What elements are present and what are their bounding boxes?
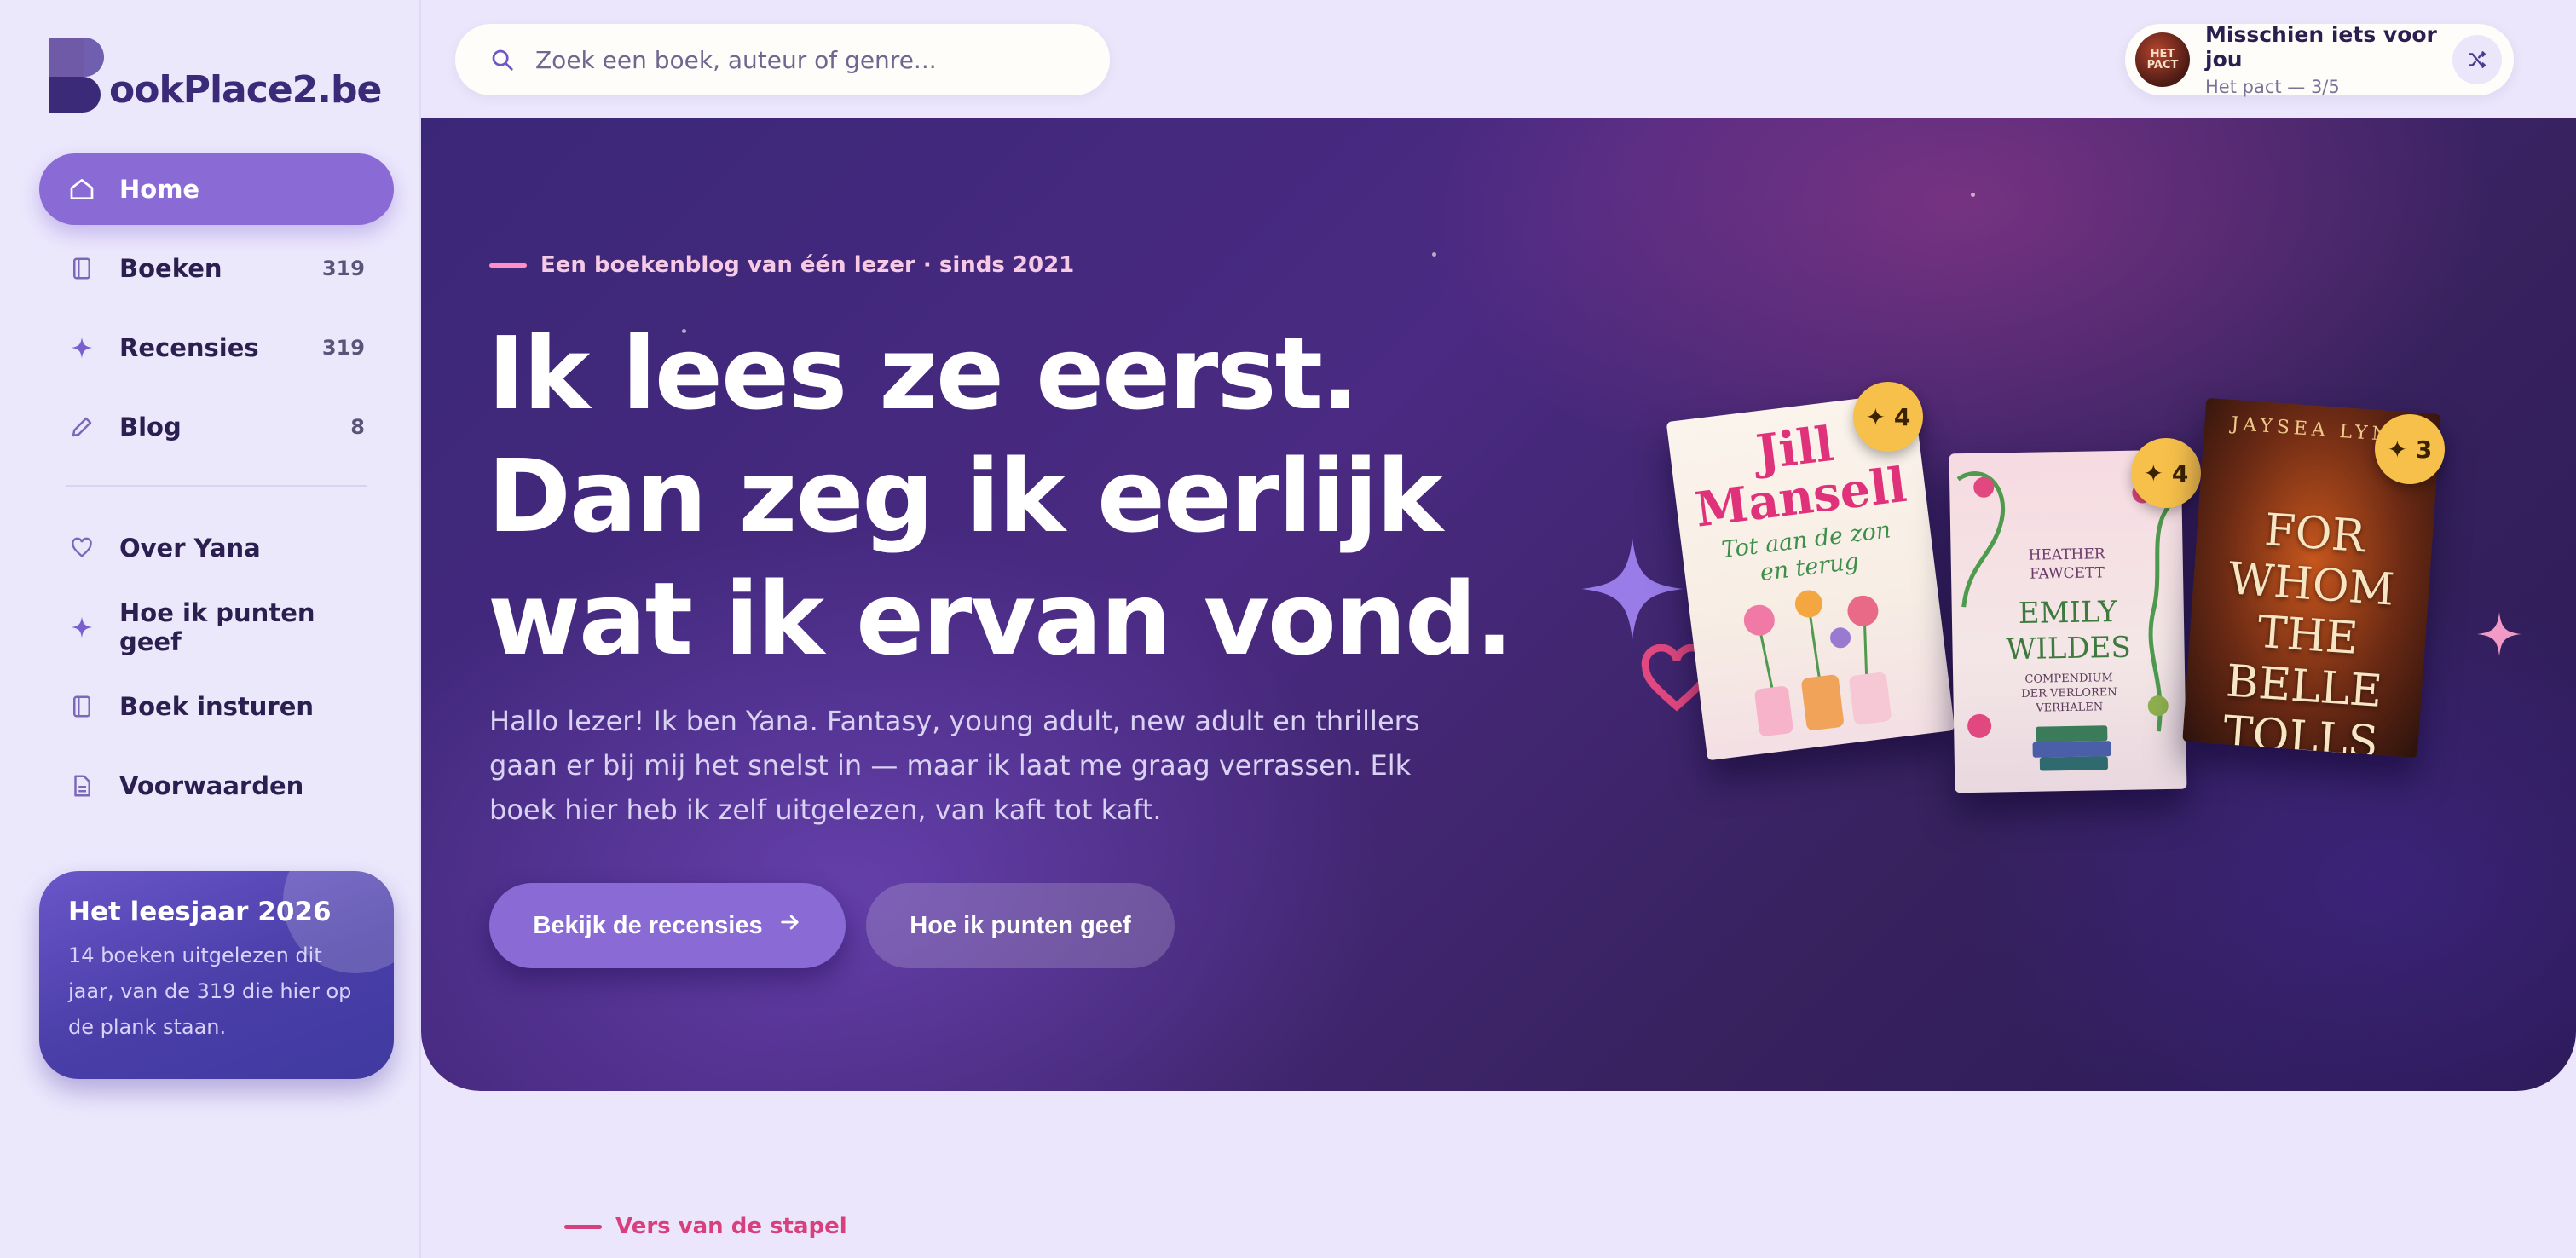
sidebar-item-count: 8 [350,415,365,439]
sidebar-item-label: Over Yana [119,534,261,563]
pencil-icon [66,412,97,442]
book-subtitle: COMPENDIUM DER VERLOREN VERHALEN [2021,672,2117,715]
sidebar-item-voorwaarden[interactable]: Voorwaarden [39,750,394,822]
book-icon [66,253,97,284]
rating-method-label: Hoe ik punten geef [910,911,1131,939]
headline-end: wat ik ervan vond. [488,560,1513,678]
section-heading-bar [564,1224,602,1229]
sidebar-item-home[interactable]: Home [39,153,394,225]
shuffle-button[interactable] [2452,35,2502,84]
sidebar-item-count: 319 [321,336,365,360]
sidebar-item-label: Boek insturen [119,692,315,721]
book-icon [66,691,97,722]
rating-method-button[interactable]: Hoe ik punten geef [866,883,1175,968]
sidebar-item-label: Blog [119,413,182,441]
view-reviews-button[interactable]: Bekijk de recensies [489,883,846,968]
hero-section: Een boekenblog van één lezer · sinds 202… [421,118,2576,1091]
main-nav: Home Boeken 319 Recensies 319 Blog 8 Ove… [39,153,394,829]
book-author: HEATHER FAWCETT [2028,545,2105,583]
hero-headline: Ik lees ze eerst. Dan zeg ik eerlijk wat… [488,312,1596,680]
sidebar-item-blog[interactable]: Blog 8 [39,391,394,463]
heart-icon [66,533,97,563]
document-icon [66,770,97,801]
big-sparkle-icon [1581,538,1684,640]
search-bar[interactable] [455,24,1110,95]
rating-badge: ✦ 4 [2131,438,2201,508]
small-sparkle-icon [2477,612,2521,656]
book-title: FOR WHOM THE BELLE TOLLS [2221,505,2396,759]
sidebar-item-boek-insturen[interactable]: Boek insturen [39,671,394,742]
suggestion-title: Misschien iets voor jou [2205,22,2437,72]
home-icon [66,174,97,205]
sidebar-item-count: 319 [321,257,365,280]
suggestion-widget[interactable]: HET PACT Misschien iets voor jou Het pac… [2125,22,2514,97]
section-heading-text: Vers van de stapel [615,1214,847,1239]
sparkle-icon [66,332,97,363]
search-icon [489,47,515,72]
site-logo[interactable]: ookPlace2.be [49,36,382,113]
hero-eyebrow: Een boekenblog van één lezer · sinds 202… [489,252,1074,278]
reading-year-title: Het leesjaar 2026 [68,897,332,927]
sparkle-icon [66,612,97,643]
logo-text: ookPlace2.be [109,68,382,112]
suggestion-subtitle: Het pact — 3/5 [2205,77,2340,97]
sidebar-item-label: Voorwaarden [119,771,304,800]
book-title: EMILY WILDES [2006,594,2132,667]
eyebrow-bar [489,263,527,268]
shuffle-icon [2469,51,2486,68]
search-input[interactable] [535,45,1076,74]
logo-mark-icon [49,38,107,113]
sidebar-item-label: Recensies [119,333,259,362]
reading-year-text: 14 boeken uitgelezen dit jaar, van de 31… [68,944,352,1039]
flowers-illustration [1743,590,1892,736]
view-reviews-label: Bekijk de recensies [533,911,763,939]
eyebrow-text: Een boekenblog van één lezer · sinds 202… [540,252,1075,278]
section-heading: Vers van de stapel [564,1214,847,1239]
sidebar-item-punten[interactable]: Hoe ik punten geef [39,591,394,663]
hero-intro: Hallo lezer! Ik ben Yana. Fantasy, young… [489,705,1420,826]
book-cover[interactable]: Jill Mansell Tot aan de zon en terug [1666,391,1955,761]
sidebar: ookPlace2.be Home Boeken 319 Recensies 3… [0,0,421,1258]
sidebar-item-label: Hoe ik punten geef [119,598,315,656]
sidebar-item-label: Home [119,175,200,204]
suggestion-book-cover: HET PACT [2135,32,2190,87]
sidebar-divider [66,485,367,487]
headline-highlight: eerlijk [1093,435,1446,557]
star-dot [1432,252,1436,257]
sidebar-item-recensies[interactable]: Recensies 319 [39,312,394,384]
star-dot [1971,193,1975,197]
sidebar-item-boeken[interactable]: Boeken 319 [39,233,394,304]
sidebar-item-label: Boeken [119,254,222,283]
sidebar-item-over-yana[interactable]: Over Yana [39,512,394,584]
reading-year-card: Het leesjaar 2026 14 boeken uitgelezen d… [39,871,394,1079]
rating-badge: ✦ 4 [1853,382,1923,452]
rating-badge: ✦ 3 [2375,414,2445,484]
arrow-right-icon [778,910,802,941]
